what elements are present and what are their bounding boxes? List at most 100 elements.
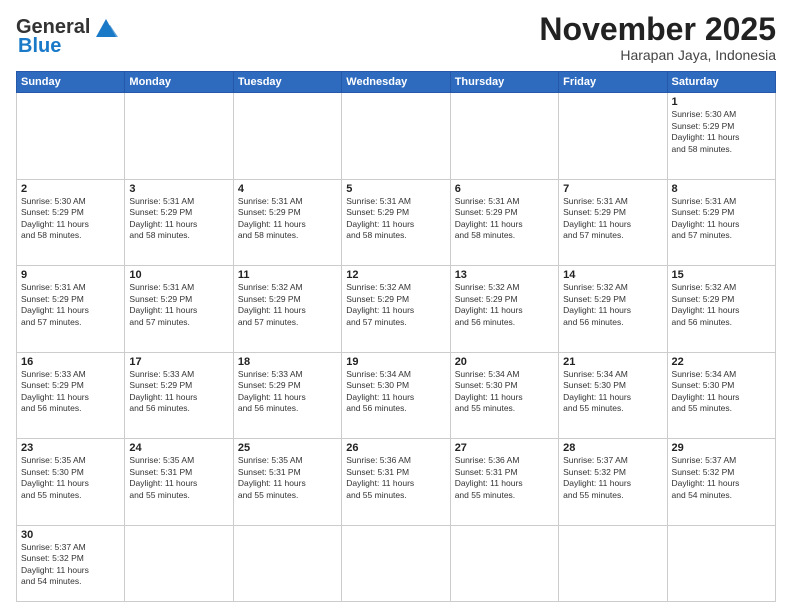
table-row <box>559 525 667 601</box>
title-block: November 2025 Harapan Jaya, Indonesia <box>539 12 776 63</box>
col-thursday: Thursday <box>450 72 558 93</box>
day-number: 28 <box>563 442 662 454</box>
day-number: 16 <box>21 356 120 368</box>
cell-info: Sunrise: 5:34 AM Sunset: 5:30 PM Dayligh… <box>672 369 771 415</box>
cell-info: Sunrise: 5:30 AM Sunset: 5:29 PM Dayligh… <box>21 196 120 242</box>
cell-info: Sunrise: 5:31 AM Sunset: 5:29 PM Dayligh… <box>238 196 337 242</box>
day-number: 11 <box>238 269 337 281</box>
table-row: 21Sunrise: 5:34 AM Sunset: 5:30 PM Dayli… <box>559 352 667 439</box>
day-number: 15 <box>672 269 771 281</box>
table-row: 17Sunrise: 5:33 AM Sunset: 5:29 PM Dayli… <box>125 352 233 439</box>
table-row: 22Sunrise: 5:34 AM Sunset: 5:30 PM Dayli… <box>667 352 775 439</box>
col-sunday: Sunday <box>17 72 125 93</box>
table-row: 9Sunrise: 5:31 AM Sunset: 5:29 PM Daylig… <box>17 266 125 353</box>
cell-info: Sunrise: 5:32 AM Sunset: 5:29 PM Dayligh… <box>563 282 662 328</box>
logo-icon <box>92 17 120 39</box>
page: General Blue November 2025 Harapan Jaya,… <box>0 0 792 612</box>
day-number: 1 <box>672 96 771 108</box>
day-number: 27 <box>455 442 554 454</box>
cell-info: Sunrise: 5:34 AM Sunset: 5:30 PM Dayligh… <box>563 369 662 415</box>
table-row <box>342 525 450 601</box>
table-row: 14Sunrise: 5:32 AM Sunset: 5:29 PM Dayli… <box>559 266 667 353</box>
calendar-week-row: 23Sunrise: 5:35 AM Sunset: 5:30 PM Dayli… <box>17 439 776 526</box>
table-row <box>233 525 341 601</box>
day-number: 2 <box>21 183 120 195</box>
cell-info: Sunrise: 5:37 AM Sunset: 5:32 PM Dayligh… <box>563 455 662 501</box>
table-row: 28Sunrise: 5:37 AM Sunset: 5:32 PM Dayli… <box>559 439 667 526</box>
day-number: 29 <box>672 442 771 454</box>
table-row: 30Sunrise: 5:37 AM Sunset: 5:32 PM Dayli… <box>17 525 125 601</box>
day-number: 23 <box>21 442 120 454</box>
calendar-week-row: 1Sunrise: 5:30 AM Sunset: 5:29 PM Daylig… <box>17 93 776 180</box>
cell-info: Sunrise: 5:31 AM Sunset: 5:29 PM Dayligh… <box>129 196 228 242</box>
day-number: 9 <box>21 269 120 281</box>
day-number: 7 <box>563 183 662 195</box>
cell-info: Sunrise: 5:33 AM Sunset: 5:29 PM Dayligh… <box>238 369 337 415</box>
cell-info: Sunrise: 5:37 AM Sunset: 5:32 PM Dayligh… <box>672 455 771 501</box>
cell-info: Sunrise: 5:35 AM Sunset: 5:31 PM Dayligh… <box>238 455 337 501</box>
day-number: 25 <box>238 442 337 454</box>
location: Harapan Jaya, Indonesia <box>539 47 776 63</box>
table-row <box>233 93 341 180</box>
table-row: 7Sunrise: 5:31 AM Sunset: 5:29 PM Daylig… <box>559 179 667 266</box>
cell-info: Sunrise: 5:31 AM Sunset: 5:29 PM Dayligh… <box>21 282 120 328</box>
cell-info: Sunrise: 5:31 AM Sunset: 5:29 PM Dayligh… <box>129 282 228 328</box>
calendar-week-row: 2Sunrise: 5:30 AM Sunset: 5:29 PM Daylig… <box>17 179 776 266</box>
table-row: 10Sunrise: 5:31 AM Sunset: 5:29 PM Dayli… <box>125 266 233 353</box>
table-row <box>125 93 233 180</box>
day-number: 24 <box>129 442 228 454</box>
cell-info: Sunrise: 5:31 AM Sunset: 5:29 PM Dayligh… <box>346 196 445 242</box>
table-row <box>667 525 775 601</box>
cell-info: Sunrise: 5:34 AM Sunset: 5:30 PM Dayligh… <box>455 369 554 415</box>
cell-info: Sunrise: 5:33 AM Sunset: 5:29 PM Dayligh… <box>129 369 228 415</box>
table-row: 1Sunrise: 5:30 AM Sunset: 5:29 PM Daylig… <box>667 93 775 180</box>
cell-info: Sunrise: 5:31 AM Sunset: 5:29 PM Dayligh… <box>455 196 554 242</box>
day-number: 14 <box>563 269 662 281</box>
table-row: 26Sunrise: 5:36 AM Sunset: 5:31 PM Dayli… <box>342 439 450 526</box>
day-number: 30 <box>21 529 120 541</box>
day-number: 26 <box>346 442 445 454</box>
logo: General Blue <box>16 16 120 58</box>
cell-info: Sunrise: 5:31 AM Sunset: 5:29 PM Dayligh… <box>563 196 662 242</box>
day-number: 20 <box>455 356 554 368</box>
month-year: November 2025 <box>539 12 776 47</box>
table-row: 3Sunrise: 5:31 AM Sunset: 5:29 PM Daylig… <box>125 179 233 266</box>
cell-info: Sunrise: 5:32 AM Sunset: 5:29 PM Dayligh… <box>346 282 445 328</box>
table-row: 24Sunrise: 5:35 AM Sunset: 5:31 PM Dayli… <box>125 439 233 526</box>
day-number: 8 <box>672 183 771 195</box>
header: General Blue November 2025 Harapan Jaya,… <box>16 12 776 63</box>
day-number: 4 <box>238 183 337 195</box>
day-number: 6 <box>455 183 554 195</box>
calendar-header-row: Sunday Monday Tuesday Wednesday Thursday… <box>17 72 776 93</box>
calendar-week-row: 9Sunrise: 5:31 AM Sunset: 5:29 PM Daylig… <box>17 266 776 353</box>
cell-info: Sunrise: 5:32 AM Sunset: 5:29 PM Dayligh… <box>672 282 771 328</box>
table-row <box>17 93 125 180</box>
table-row: 13Sunrise: 5:32 AM Sunset: 5:29 PM Dayli… <box>450 266 558 353</box>
table-row: 8Sunrise: 5:31 AM Sunset: 5:29 PM Daylig… <box>667 179 775 266</box>
col-friday: Friday <box>559 72 667 93</box>
table-row: 5Sunrise: 5:31 AM Sunset: 5:29 PM Daylig… <box>342 179 450 266</box>
day-number: 19 <box>346 356 445 368</box>
table-row: 29Sunrise: 5:37 AM Sunset: 5:32 PM Dayli… <box>667 439 775 526</box>
day-number: 21 <box>563 356 662 368</box>
cell-info: Sunrise: 5:33 AM Sunset: 5:29 PM Dayligh… <box>21 369 120 415</box>
calendar-week-row: 30Sunrise: 5:37 AM Sunset: 5:32 PM Dayli… <box>17 525 776 601</box>
table-row: 27Sunrise: 5:36 AM Sunset: 5:31 PM Dayli… <box>450 439 558 526</box>
cell-info: Sunrise: 5:30 AM Sunset: 5:29 PM Dayligh… <box>672 109 771 155</box>
cell-info: Sunrise: 5:35 AM Sunset: 5:30 PM Dayligh… <box>21 455 120 501</box>
col-wednesday: Wednesday <box>342 72 450 93</box>
table-row <box>125 525 233 601</box>
table-row: 19Sunrise: 5:34 AM Sunset: 5:30 PM Dayli… <box>342 352 450 439</box>
table-row: 16Sunrise: 5:33 AM Sunset: 5:29 PM Dayli… <box>17 352 125 439</box>
calendar-week-row: 16Sunrise: 5:33 AM Sunset: 5:29 PM Dayli… <box>17 352 776 439</box>
cell-info: Sunrise: 5:35 AM Sunset: 5:31 PM Dayligh… <box>129 455 228 501</box>
logo-blue: Blue <box>18 35 61 58</box>
table-row: 11Sunrise: 5:32 AM Sunset: 5:29 PM Dayli… <box>233 266 341 353</box>
table-row: 23Sunrise: 5:35 AM Sunset: 5:30 PM Dayli… <box>17 439 125 526</box>
table-row: 25Sunrise: 5:35 AM Sunset: 5:31 PM Dayli… <box>233 439 341 526</box>
table-row: 18Sunrise: 5:33 AM Sunset: 5:29 PM Dayli… <box>233 352 341 439</box>
cell-info: Sunrise: 5:36 AM Sunset: 5:31 PM Dayligh… <box>455 455 554 501</box>
day-number: 22 <box>672 356 771 368</box>
table-row <box>450 525 558 601</box>
day-number: 3 <box>129 183 228 195</box>
